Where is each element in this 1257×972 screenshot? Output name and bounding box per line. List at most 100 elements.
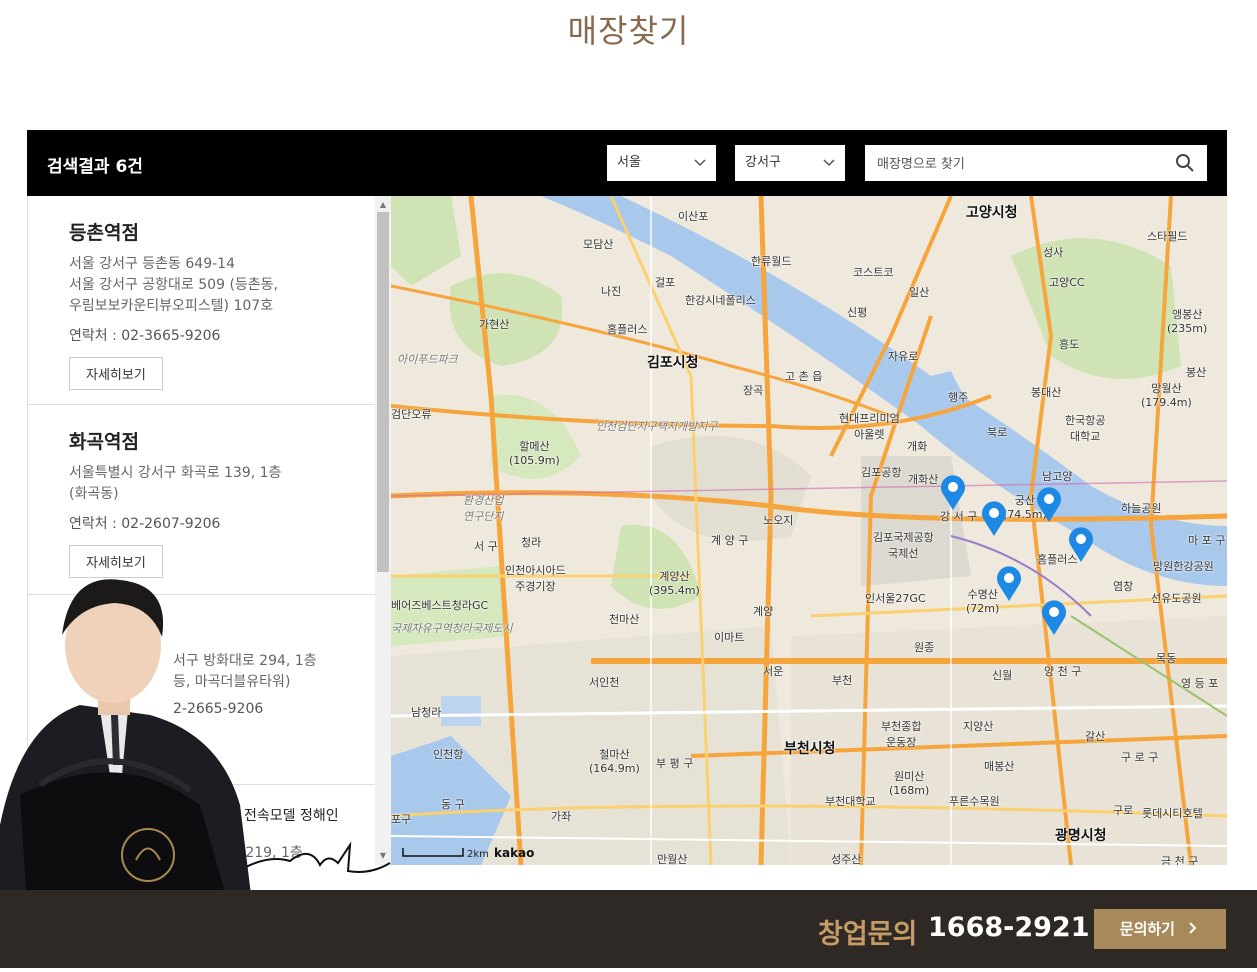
store-marker-icon[interactable] bbox=[996, 566, 1022, 602]
map-label: 일산 bbox=[909, 286, 930, 299]
map-label: 가현산 bbox=[479, 318, 510, 331]
map-label: 매봉산 bbox=[984, 760, 1015, 773]
district-select-value: 강서구 bbox=[745, 155, 781, 170]
map-label: 김포공항 bbox=[861, 466, 902, 479]
map-label: 광명시청 bbox=[1055, 828, 1107, 844]
map-label: 할메산 (105.9m) bbox=[509, 440, 560, 467]
map-label: 아이푸드파크 bbox=[397, 353, 458, 366]
store-phone: 연락처 : 02-3665-9206 bbox=[69, 328, 221, 344]
map-label: 개화산 bbox=[908, 473, 939, 486]
footer-phone[interactable]: 1668-2921 bbox=[928, 912, 1090, 943]
scroll-thumb[interactable] bbox=[377, 212, 389, 572]
map-label: 염창 bbox=[1113, 580, 1134, 593]
map-label: 검단오류 bbox=[391, 408, 432, 421]
detail-button[interactable]: 자세히보기 bbox=[69, 357, 163, 390]
page-title: 매장찾기 bbox=[567, 12, 690, 50]
signature-image bbox=[245, 841, 391, 873]
store-marker-icon[interactable] bbox=[981, 501, 1007, 537]
district-select[interactable]: 강서구 bbox=[735, 145, 845, 181]
map-label: 이마트 bbox=[714, 631, 745, 644]
map-label: 하늘공원 bbox=[1121, 502, 1162, 515]
inquiry-button[interactable]: 문의하기 bbox=[1094, 909, 1226, 949]
map-label: 구로 bbox=[1113, 804, 1134, 817]
map-label: 인천항 bbox=[433, 748, 464, 761]
map-label: 원미산 (168m) bbox=[889, 770, 930, 797]
search-bar: 검색결과 6건 서울 강서구 bbox=[27, 130, 1227, 196]
map-label: 서 구 bbox=[474, 540, 498, 553]
map-label: 한류월드 bbox=[751, 255, 792, 268]
map-label: 앵봉산 (235m) bbox=[1167, 308, 1208, 335]
map-label: 걸포 bbox=[655, 276, 676, 289]
map-label: 김포국제공항 국제선 bbox=[873, 531, 934, 560]
map-label: 현대프리미엄 아울렛 bbox=[839, 412, 900, 441]
chevron-down-icon bbox=[823, 145, 835, 196]
store-search-input[interactable] bbox=[875, 145, 1169, 183]
footer-label: 창업문의 bbox=[818, 919, 918, 950]
store-address-line: 우림보보카운티뷰오피스텔) 107호 bbox=[69, 298, 274, 314]
map-label: 만월산 bbox=[657, 853, 688, 865]
map-label: 김포시청 bbox=[647, 355, 699, 371]
store-map[interactable]: 고양시청 김포시청 부천시청 광명시청 이산포 모담산 한류월드 나진 걸포 코… bbox=[391, 196, 1227, 865]
map-label: 행주 bbox=[948, 391, 969, 404]
store-marker-icon[interactable] bbox=[1068, 527, 1094, 563]
store-address-line: (화곡동) bbox=[69, 486, 119, 502]
map-label: 홈플러스 bbox=[607, 323, 648, 336]
map-label: 이산포 bbox=[678, 210, 709, 223]
map-label: 서인천 bbox=[589, 676, 620, 689]
map-label: 노오지 bbox=[763, 514, 794, 527]
map-background bbox=[391, 196, 1227, 865]
map-label: 신월 bbox=[992, 669, 1013, 682]
map-label: 목동 bbox=[1156, 652, 1177, 665]
map-label: 수명산 (72m) bbox=[966, 588, 1000, 615]
map-label: 인천아시아드 주경기장 bbox=[505, 564, 566, 593]
map-label: 고양시청 bbox=[966, 205, 1018, 221]
map-scale: 2km bbox=[467, 849, 489, 860]
map-label: 개화 bbox=[907, 440, 928, 453]
map-label: 환경산업 연구단지 bbox=[463, 494, 504, 523]
scroll-up-arrow-icon[interactable]: ▲ bbox=[375, 198, 391, 212]
store-phone: 연락처 : 02-2607-9206 bbox=[69, 516, 221, 532]
store-item[interactable]: 화곡역점 서울특별시 강서구 화곡로 139, 1층 (화곡동) 연락처 : 0… bbox=[28, 405, 376, 595]
map-label: 지양산 bbox=[963, 720, 994, 733]
footer-bar: 창업문의 1668-2921 문의하기 bbox=[0, 890, 1257, 968]
map-label: 한강시네폴리스 bbox=[685, 294, 756, 307]
store-address-line: 서울특별시 강서구 화곡로 139, 1층 bbox=[69, 465, 282, 481]
map-label: 인서울27GC bbox=[865, 592, 926, 605]
result-count: 검색결과 6건 bbox=[47, 157, 143, 177]
city-select[interactable]: 서울 bbox=[607, 145, 716, 181]
map-label: 동 구 bbox=[441, 798, 465, 811]
map-label: 북로 bbox=[987, 426, 1008, 439]
store-item[interactable]: 등촌역점 서울 강서구 등촌동 649-14 서울 강서구 공항대로 509 (… bbox=[28, 196, 376, 405]
map-label: 봉대산 bbox=[1031, 386, 1062, 399]
store-address: 서울특별시 강서구 화곡로 139, 1층 (화곡동) bbox=[69, 463, 376, 505]
map-label: 철마산 (164.9m) bbox=[589, 748, 640, 775]
map-label: 부천 bbox=[832, 674, 853, 687]
map-label: 계 양 구 bbox=[711, 534, 749, 547]
store-name: 등촌역점 bbox=[69, 222, 139, 244]
store-name: 화곡역점 bbox=[69, 431, 139, 453]
map-label: 장곡 bbox=[743, 384, 764, 397]
map-label: 부천종합 운동장 bbox=[881, 720, 922, 749]
map-label: 남청라 bbox=[411, 706, 442, 719]
chevron-down-icon bbox=[694, 145, 706, 196]
map-label: 성주산 bbox=[831, 853, 862, 865]
map-label: 가좌 bbox=[551, 810, 572, 823]
map-label: 청라 bbox=[521, 536, 542, 549]
detail-button[interactable]: 자세히보기 bbox=[69, 545, 163, 578]
map-label: 푸른수목원 bbox=[949, 795, 1000, 808]
store-address-line: 서울 강서구 등촌동 649-14 bbox=[69, 256, 235, 272]
inquiry-button-label: 문의하기 bbox=[1119, 920, 1175, 938]
store-marker-icon[interactable] bbox=[940, 475, 966, 511]
kakao-logo: kakao bbox=[494, 846, 535, 860]
map-label: 구 로 구 bbox=[1121, 751, 1159, 764]
map-label: 롯데시티호텔 bbox=[1142, 807, 1203, 820]
map-label: 봉산 bbox=[1186, 366, 1207, 379]
map-label: 금 천 구 bbox=[1161, 855, 1199, 865]
store-address: 서울 강서구 등촌동 649-14 서울 강서구 공항대로 509 (등촌동, … bbox=[69, 254, 376, 317]
store-marker-icon[interactable] bbox=[1041, 600, 1067, 636]
store-marker-icon[interactable] bbox=[1036, 487, 1062, 523]
search-icon[interactable] bbox=[1175, 153, 1195, 173]
map-label: 고양CC bbox=[1049, 276, 1085, 289]
map-label: 갈산 bbox=[1085, 730, 1106, 743]
map-label: 나진 bbox=[601, 285, 622, 298]
